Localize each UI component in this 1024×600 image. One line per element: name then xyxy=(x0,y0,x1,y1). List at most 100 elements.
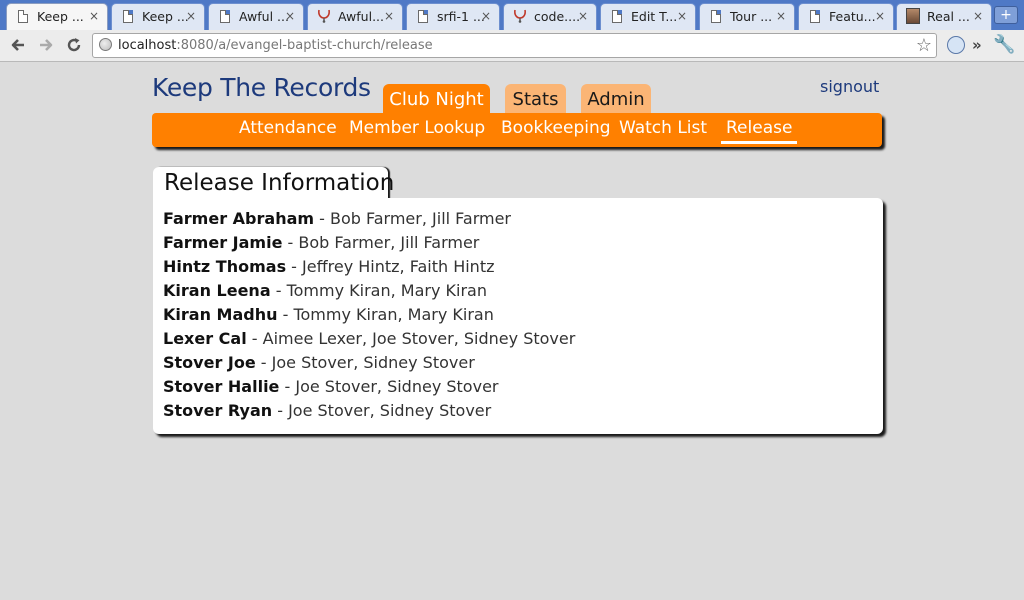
browser-tab-label: Edit T... xyxy=(631,9,678,24)
globe-icon xyxy=(99,38,112,51)
chevron-right-icon[interactable]: » xyxy=(972,36,982,54)
forward-arrow-icon xyxy=(40,39,53,51)
browser-tab[interactable]: Featu... × xyxy=(798,3,894,30)
guardian-names: Joe Stover, Sidney Stover xyxy=(271,353,475,372)
release-row: Kiran Madhu - Tommy Kiran, Mary Kiran xyxy=(163,305,575,329)
release-list: Farmer Abraham - Bob Farmer, Jill Farmer… xyxy=(163,209,575,425)
subnav-member-lookup[interactable]: Member Lookup xyxy=(349,118,485,138)
child-name: Farmer Jamie xyxy=(163,233,283,252)
address-bar[interactable]: localhost:8080/a/evangel-baptist-church/… xyxy=(92,33,937,58)
avatar-icon xyxy=(906,8,920,24)
browser-tab[interactable]: Tour ... × xyxy=(699,3,795,30)
stethoscope-icon xyxy=(513,9,527,23)
release-row: Farmer Jamie - Bob Farmer, Jill Farmer xyxy=(163,233,575,257)
close-icon[interactable]: × xyxy=(89,9,99,23)
row-separator: - xyxy=(286,257,303,276)
page-icon xyxy=(612,10,622,23)
child-name: Stover Hallie xyxy=(163,377,280,396)
release-row: Hintz Thomas - Jeffrey Hintz, Faith Hint… xyxy=(163,257,575,281)
browser-tab[interactable]: Awful... × xyxy=(307,3,403,30)
bookmark-star-icon[interactable]: ☆ xyxy=(916,35,932,56)
browser-tab-label: Awful... xyxy=(338,9,384,24)
browser-tab-label: Keep ... xyxy=(142,9,189,24)
row-separator: - xyxy=(314,209,330,228)
guardian-names: Tommy Kiran, Mary Kiran xyxy=(286,281,487,300)
browser-tab-strip: Keep ... × Keep ... × Awful ... × Awful.… xyxy=(0,0,1024,30)
back-arrow-icon xyxy=(11,39,24,51)
close-icon[interactable]: × xyxy=(677,9,687,23)
guardian-names: Joe Stover, Sidney Stover xyxy=(288,401,492,420)
browser-tab-label: code.... xyxy=(534,9,581,24)
guardian-names: Jeffrey Hintz, Faith Hintz xyxy=(302,257,495,276)
page-icon xyxy=(810,10,820,23)
extension-icon[interactable] xyxy=(947,36,965,54)
browser-tab[interactable]: Real ... × xyxy=(896,3,992,30)
close-icon[interactable]: × xyxy=(481,9,491,23)
child-name: Hintz Thomas xyxy=(163,257,287,276)
back-button[interactable] xyxy=(6,33,30,57)
guardian-names: Bob Farmer, Jill Farmer xyxy=(298,233,480,252)
subnav-watch-list[interactable]: Watch List xyxy=(619,118,707,138)
subnav-release[interactable]: Release xyxy=(721,118,798,144)
close-icon[interactable]: × xyxy=(285,9,295,23)
row-separator: - xyxy=(270,281,287,300)
browser-tab[interactable]: srfi-1 ... × xyxy=(406,3,500,30)
app-title: Keep The Records xyxy=(152,73,371,102)
browser-tab[interactable]: code.... × xyxy=(503,3,597,30)
close-icon[interactable]: × xyxy=(875,9,885,23)
child-name: Kiran Leena xyxy=(163,281,271,300)
browser-tab[interactable]: Edit T... × xyxy=(600,3,696,30)
page-icon xyxy=(220,10,230,23)
guardian-names: Tommy Kiran, Mary Kiran xyxy=(293,305,494,324)
url-host: localhost xyxy=(118,38,177,53)
browser-tab-label: srfi-1 ... xyxy=(437,9,485,24)
child-name: Kiran Madhu xyxy=(163,305,278,324)
sub-navigation: Attendance Member Lookup Bookkeeping Wat… xyxy=(152,113,882,147)
page-icon xyxy=(18,10,28,23)
url-text[interactable]: localhost:8080/a/evangel-baptist-church/… xyxy=(118,38,433,53)
browser-tab-label: Tour ... xyxy=(730,9,773,24)
subnav-bookkeeping[interactable]: Bookkeeping xyxy=(501,118,611,138)
tab-club-night[interactable]: Club Night xyxy=(383,84,490,116)
tab-admin[interactable]: Admin xyxy=(581,84,651,114)
reload-button[interactable] xyxy=(62,33,86,57)
subnav-attendance[interactable]: Attendance xyxy=(239,118,337,138)
tab-stats[interactable]: Stats xyxy=(505,84,566,114)
release-row: Stover Hallie - Joe Stover, Sidney Stove… xyxy=(163,377,575,401)
close-icon[interactable]: × xyxy=(578,9,588,23)
browser-tab[interactable]: Keep ... × xyxy=(111,3,205,30)
close-icon[interactable]: × xyxy=(973,9,983,23)
close-icon[interactable]: × xyxy=(776,9,786,23)
wrench-icon[interactable]: 🔧 xyxy=(993,34,1015,55)
new-tab-button[interactable]: + xyxy=(994,6,1018,24)
close-icon[interactable]: × xyxy=(186,9,196,23)
guardian-names: Bob Farmer, Jill Farmer xyxy=(330,209,512,228)
browser-tab-label: Real ... xyxy=(927,9,970,24)
browser-tab[interactable]: Awful ... × xyxy=(208,3,304,30)
browser-tab[interactable]: Keep ... × xyxy=(6,3,108,30)
stethoscope-icon xyxy=(317,9,331,23)
release-row: Lexer Cal - Aimee Lexer, Joe Stover, Sid… xyxy=(163,329,575,353)
row-separator: - xyxy=(279,377,296,396)
page-icon xyxy=(418,10,428,23)
signout-link[interactable]: signout xyxy=(820,77,879,96)
close-icon[interactable]: × xyxy=(384,9,394,23)
page-icon xyxy=(123,10,133,23)
browser-tab-label: Featu... xyxy=(829,9,876,24)
section-title: Release Information xyxy=(164,170,395,196)
browser-toolbar: localhost:8080/a/evangel-baptist-church/… xyxy=(0,30,1024,62)
child-name: Stover Ryan xyxy=(163,401,273,420)
child-name: Farmer Abraham xyxy=(163,209,315,228)
reload-icon xyxy=(67,38,81,52)
release-row: Stover Joe - Joe Stover, Sidney Stover xyxy=(163,353,575,377)
url-path: :8080/a/evangel-baptist-church/release xyxy=(176,38,433,53)
row-separator: - xyxy=(277,305,294,324)
release-row: Kiran Leena - Tommy Kiran, Mary Kiran xyxy=(163,281,575,305)
guardian-names: Joe Stover, Sidney Stover xyxy=(295,377,499,396)
row-separator: - xyxy=(282,233,299,252)
forward-button[interactable] xyxy=(34,33,58,57)
page-icon xyxy=(711,10,721,23)
row-separator: - xyxy=(246,329,263,348)
child-name: Lexer Cal xyxy=(163,329,247,348)
child-name: Stover Joe xyxy=(163,353,256,372)
